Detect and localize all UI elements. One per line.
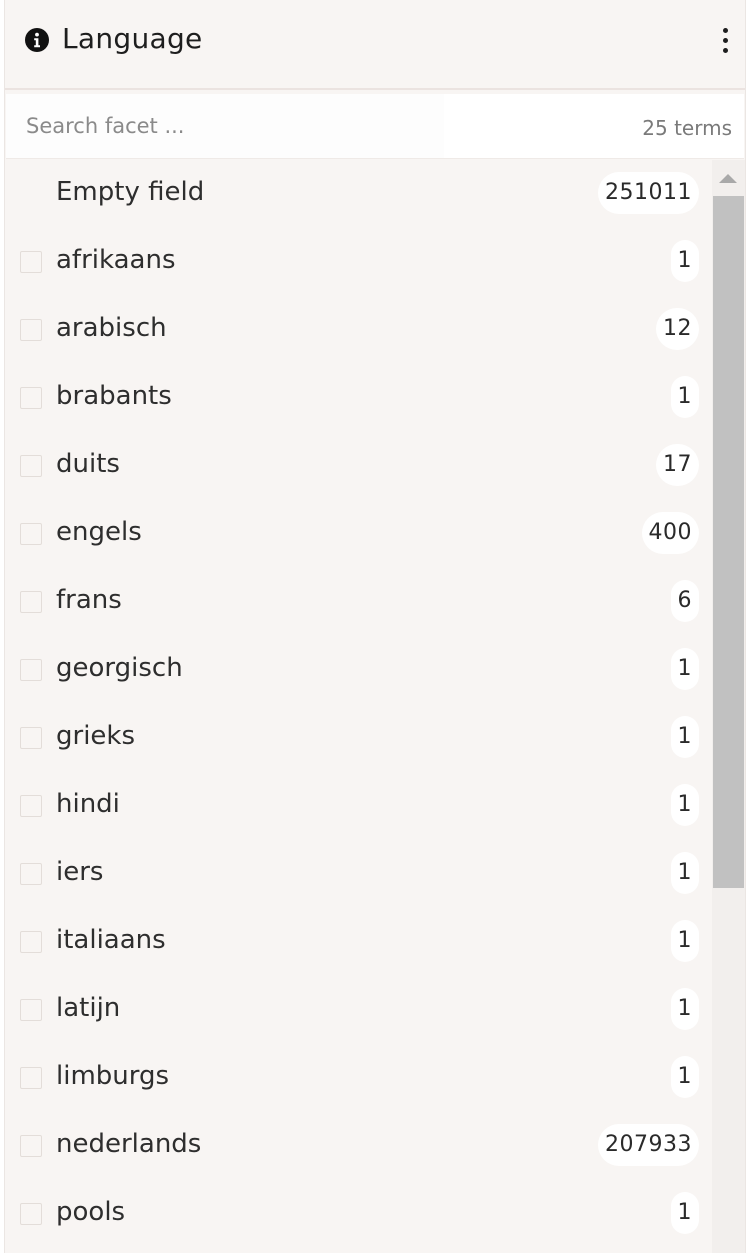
scrollbar[interactable] xyxy=(712,160,745,1253)
term-count-badge: 207933 xyxy=(598,1124,699,1166)
term-label: Empty field xyxy=(56,177,205,207)
term-checkbox[interactable] xyxy=(20,523,42,545)
term-count-badge: 1 xyxy=(670,648,699,690)
term-label: nederlands xyxy=(56,1129,202,1159)
scrollbar-thumb[interactable] xyxy=(713,196,744,888)
facet-term-row[interactable]: frans 6 xyxy=(5,568,711,636)
facet-term-row[interactable]: engels 400 xyxy=(5,500,711,568)
term-checkbox[interactable] xyxy=(20,319,42,341)
term-count-badge: 6 xyxy=(670,580,699,622)
term-checkbox[interactable] xyxy=(20,795,42,817)
term-label: afrikaans xyxy=(56,245,176,275)
term-label: brabants xyxy=(56,381,172,411)
term-checkbox[interactable] xyxy=(20,1135,42,1157)
facet-term-row[interactable]: pools 1 xyxy=(5,1180,711,1248)
facet-term-row[interactable]: grieks 1 xyxy=(5,704,711,772)
term-label: iers xyxy=(56,857,104,887)
term-count-badge: 1 xyxy=(670,1056,699,1098)
facet-search-row: 25 terms xyxy=(6,94,744,159)
term-checkbox[interactable] xyxy=(20,999,42,1021)
term-checkbox[interactable] xyxy=(20,1203,42,1225)
term-checkbox[interactable] xyxy=(20,1067,42,1089)
scroll-up-arrow-icon[interactable] xyxy=(719,174,737,183)
facet-term-row[interactable]: nederlands 207933 xyxy=(5,1112,711,1180)
term-count-badge: 400 xyxy=(641,512,699,554)
term-checkbox[interactable] xyxy=(20,455,42,477)
facet-term-row[interactable]: georgisch 1 xyxy=(5,636,711,704)
term-label: italiaans xyxy=(56,925,166,955)
term-label: arabisch xyxy=(56,313,167,343)
term-checkbox[interactable] xyxy=(20,591,42,613)
term-count-badge: 1 xyxy=(670,1192,699,1234)
term-count-badge: 12 xyxy=(656,308,699,350)
facet-term-row[interactable]: duits 17 xyxy=(5,432,711,500)
term-checkbox[interactable] xyxy=(20,251,42,273)
term-checkbox[interactable] xyxy=(20,659,42,681)
term-count-badge: 1 xyxy=(670,784,699,826)
facet-term-row[interactable]: Empty field 251011 xyxy=(5,160,711,228)
more-vertical-icon-dot xyxy=(723,48,728,53)
term-count-badge: 251011 xyxy=(598,172,699,214)
facet-term-row[interactable]: iers 1 xyxy=(5,840,711,908)
term-count-badge: 17 xyxy=(656,444,699,486)
term-checkbox[interactable] xyxy=(20,863,42,885)
term-count-badge: 1 xyxy=(670,240,699,282)
more-options-button[interactable] xyxy=(711,22,739,58)
term-count-badge: 1 xyxy=(670,716,699,758)
term-checkbox[interactable] xyxy=(20,931,42,953)
facet-term-row[interactable]: arabisch 12 xyxy=(5,296,711,364)
language-facet-panel: Language 25 terms Empty field 251011 afrik… xyxy=(4,0,746,1253)
facet-term-list: Empty field 251011 afrikaans 1 arabisch 12 bra… xyxy=(5,160,711,1253)
term-label: georgisch xyxy=(56,653,183,683)
more-vertical-icon-dot xyxy=(723,38,728,43)
term-label: pools xyxy=(56,1197,126,1227)
facet-term-row[interactable]: brabants 1 xyxy=(5,364,711,432)
facet-term-row[interactable]: italiaans 1 xyxy=(5,908,711,976)
facet-term-row[interactable]: latijn 1 xyxy=(5,976,711,1044)
term-count-badge: 1 xyxy=(670,376,699,418)
search-facet-input[interactable] xyxy=(6,94,444,158)
term-checkbox[interactable] xyxy=(20,727,42,749)
facet-header: Language xyxy=(5,0,745,90)
term-label: duits xyxy=(56,449,120,479)
term-count-badge: 1 xyxy=(670,988,699,1030)
facet-term-row[interactable]: afrikaans 1 xyxy=(5,228,711,296)
term-count-badge: 1 xyxy=(670,920,699,962)
term-label: latijn xyxy=(56,993,121,1023)
more-vertical-icon xyxy=(723,28,728,33)
facet-term-row[interactable]: limburgs 1 xyxy=(5,1044,711,1112)
facet-title: Language xyxy=(62,22,203,55)
term-label: engels xyxy=(56,517,142,547)
facet-term-row[interactable]: hindi 1 xyxy=(5,772,711,840)
term-label: frans xyxy=(56,585,122,615)
term-label: limburgs xyxy=(56,1061,170,1091)
info-circle-icon[interactable] xyxy=(25,28,49,52)
terms-count: 25 terms xyxy=(642,116,732,140)
term-count-badge: 1 xyxy=(670,852,699,894)
term-checkbox[interactable] xyxy=(20,387,42,409)
term-label: grieks xyxy=(56,721,136,751)
term-label: hindi xyxy=(56,789,120,819)
